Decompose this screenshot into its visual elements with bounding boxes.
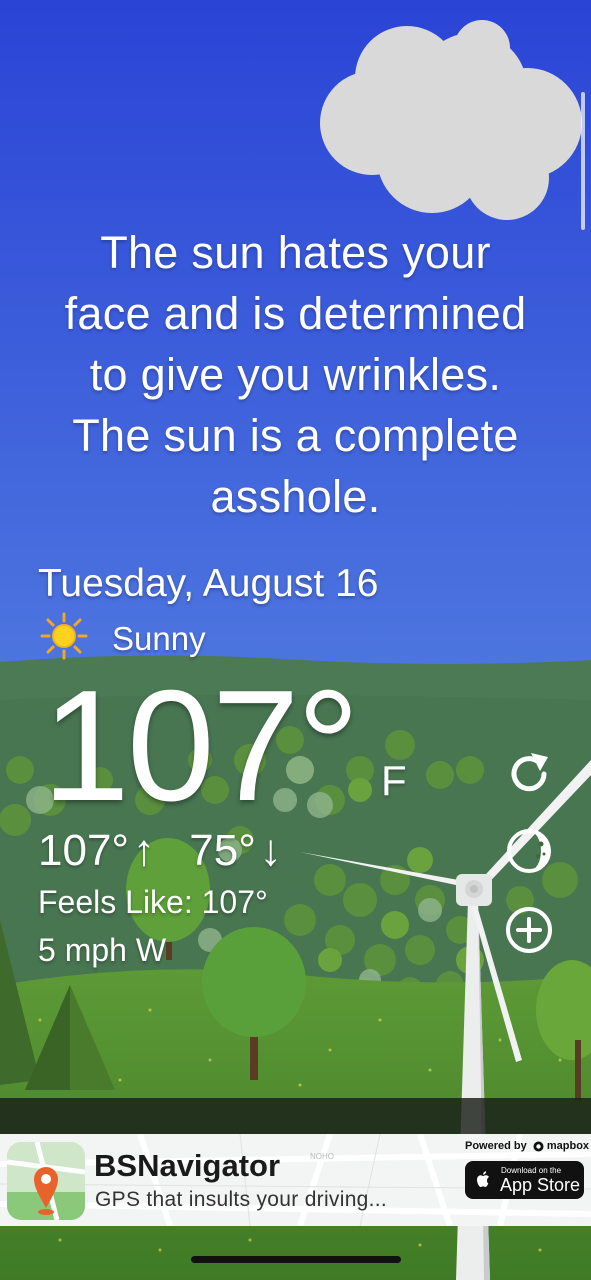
home-indicator[interactable] xyxy=(191,1256,401,1263)
quote-line: The sun hates your xyxy=(100,227,491,278)
quote-line: to give you wrinkles. xyxy=(89,349,502,400)
high-temperature: 107° xyxy=(38,826,130,875)
ad-top-band xyxy=(0,1098,591,1134)
store-big-label: App Store xyxy=(500,1175,581,1195)
temperature-unit[interactable]: F xyxy=(381,757,407,805)
quote-line: face and is determined xyxy=(64,288,527,339)
ad-subtitle: GPS that insults your driving... xyxy=(95,1188,388,1211)
apple-icon xyxy=(477,1171,489,1187)
sun-icon xyxy=(40,612,88,660)
bsnavigator-ad-banner[interactable]: NOHO BSNavigator GPS that insults your d… xyxy=(0,1134,591,1226)
quote-line: The sun is a complete xyxy=(72,410,519,461)
forecast-date: Tuesday, August 16 xyxy=(38,562,379,605)
bsnavigator-app-icon xyxy=(7,1142,85,1220)
ad-title: BSNavigator xyxy=(94,1148,281,1183)
cloud-icon xyxy=(320,20,582,220)
moon-phase-icon[interactable] xyxy=(504,826,554,876)
high-low-temperatures: 107°↑ 75°↓ xyxy=(38,826,286,876)
up-arrow-icon: ↑ xyxy=(133,826,156,875)
app-store-button[interactable]: Download on the App Store xyxy=(465,1161,584,1199)
quote-line: asshole. xyxy=(210,471,381,522)
current-temperature: 107° xyxy=(42,658,360,834)
powered-by-label: Powered by xyxy=(465,1140,527,1152)
wind-speed: 5 mph W xyxy=(38,932,167,968)
condition-label: Sunny xyxy=(112,620,206,657)
mapbox-brand: mapbox xyxy=(546,1140,590,1152)
map-label: NOHO xyxy=(310,1152,334,1161)
store-small-label: Download on the xyxy=(501,1166,562,1175)
low-temperature: 75° xyxy=(189,826,256,875)
refresh-icon[interactable] xyxy=(504,749,554,799)
mapbox-logo-icon xyxy=(533,1141,544,1152)
snarky-forecast-quote: The sun hates your face and is determine… xyxy=(20,222,571,527)
scroll-indicator[interactable] xyxy=(581,92,585,230)
feels-like: Feels Like: 107° xyxy=(38,884,268,920)
add-circle-icon[interactable] xyxy=(504,905,554,955)
down-arrow-icon: ↓ xyxy=(259,826,282,875)
powered-by-mapbox: Powered by mapbox xyxy=(465,1140,589,1152)
